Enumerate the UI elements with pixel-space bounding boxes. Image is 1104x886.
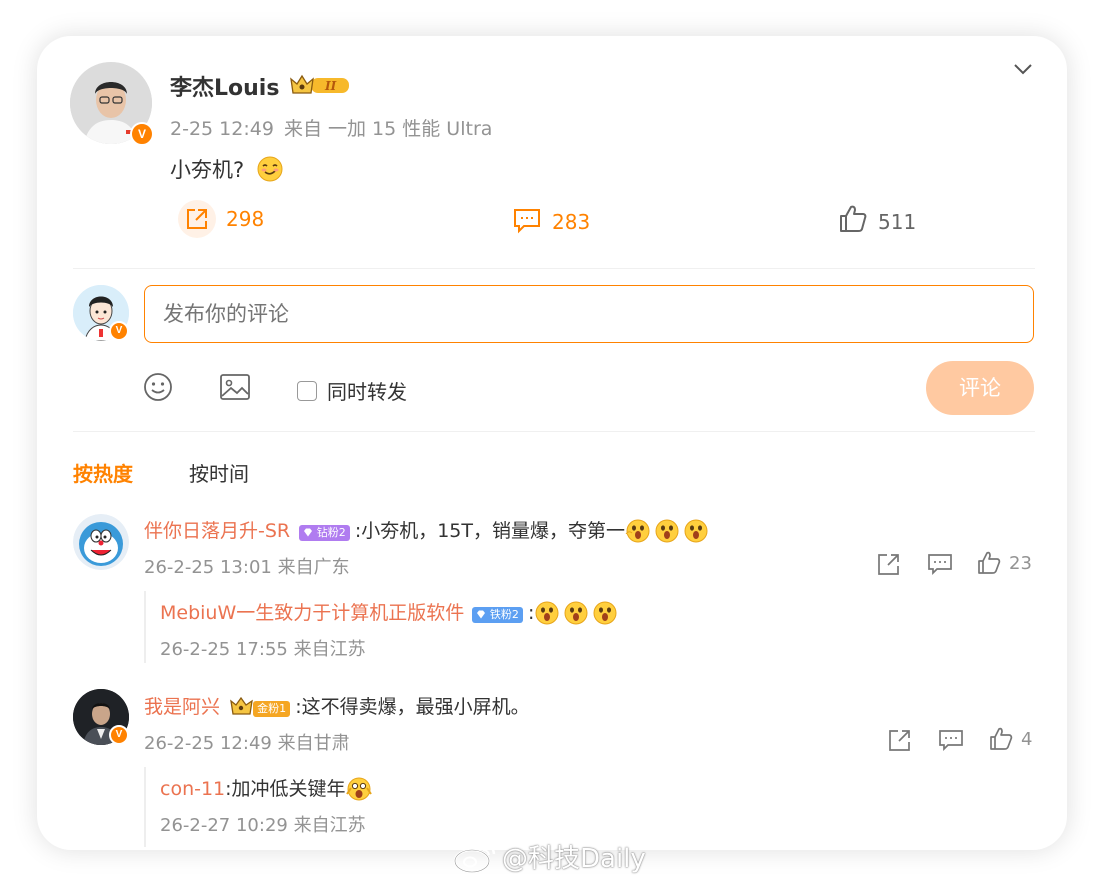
comment-text: :小夯机，15T，销量爆，夺第一 [354, 520, 625, 542]
also-repost-label: 同时转发 [327, 380, 407, 404]
watermark: @科技Daily [452, 838, 646, 875]
comment-icon [512, 200, 542, 243]
comment-share-icon[interactable] [887, 727, 913, 757]
comment-reply-icon[interactable] [938, 727, 964, 757]
doraemon-avatar-icon [73, 514, 129, 570]
submit-comment-button[interactable]: 评论 [926, 361, 1034, 415]
surprised-emoji-icon [592, 600, 618, 630]
comment-like-count: 4 [1021, 728, 1033, 750]
fan-badge[interactable]: 金粉1 [253, 700, 291, 717]
weibo-post-card: V 李杰Louis II 2-25 12:49 来自 一加 15 性能 Ultr… [37, 36, 1067, 850]
reply-divider [144, 767, 146, 847]
screaming-emoji-icon [345, 776, 372, 806]
fan-badge-label: 铁粉2 [489, 607, 519, 621]
surprised-emoji-icon [654, 518, 680, 548]
comment-username[interactable]: 我是阿兴 [144, 696, 220, 718]
emoji-picker-icon[interactable] [143, 372, 173, 406]
fan-badge-label: 钻粉2 [316, 525, 346, 539]
reply-username[interactable]: MebiuW一生致力于计算机正版软件 [160, 602, 464, 624]
svg-text:II: II [324, 79, 337, 93]
divider [73, 431, 1035, 432]
reply-line: MebiuW一生致力于计算机正版软件 铁粉2 : [160, 598, 618, 630]
like-button[interactable]: 511 [838, 200, 916, 243]
also-repost-option[interactable]: 同时转发 [297, 376, 407, 405]
tab-sort-time[interactable]: 按时间 [189, 458, 249, 487]
chevron-down-icon[interactable] [1012, 58, 1034, 84]
tab-sort-hot[interactable]: 按热度 [73, 458, 133, 487]
divider [73, 268, 1035, 269]
diamond-icon [477, 610, 486, 618]
surprised-emoji-icon [563, 600, 589, 630]
watermark-text: @科技Daily [502, 844, 646, 874]
surprised-emoji-icon [625, 518, 651, 548]
post-meta: 2-25 12:49 来自 一加 15 性能 Ultra [170, 114, 492, 141]
comment-like-count: 23 [1009, 552, 1032, 574]
comment-share-icon[interactable] [876, 551, 902, 581]
comment-button[interactable]: 283 [512, 200, 590, 243]
post-source: 来自 一加 15 性能 Ultra [283, 118, 493, 140]
reply-line: con-11:加冲低关键年 [160, 774, 372, 806]
image-upload-icon[interactable] [219, 372, 251, 406]
comment-meta[interactable]: 26-2-25 12:49 来自甘肃 [144, 729, 350, 755]
comment-count: 283 [552, 209, 591, 234]
reply-divider [144, 591, 146, 663]
reply-meta[interactable]: 26-2-25 17:55 来自江苏 [160, 635, 366, 661]
verified-badge-icon: V [109, 725, 129, 745]
repost-count: 298 [226, 207, 265, 231]
also-repost-checkbox[interactable] [297, 380, 317, 401]
fan-badge[interactable]: 铁粉2 [472, 606, 523, 623]
comment-line: 伴你日落月升-SR 钻粉2 :小夯机，15T，销量爆，夺第一 [144, 516, 709, 548]
thumbs-up-icon [838, 200, 868, 243]
comment-meta[interactable]: 26-2-25 13:01 来自广东 [144, 553, 350, 579]
comment-input[interactable] [144, 285, 1034, 343]
thumbs-up-icon [990, 727, 1013, 750]
diamond-icon [304, 528, 313, 536]
repost-button[interactable]: 298 [178, 200, 264, 238]
post-time[interactable]: 2-25 12:49 [170, 118, 274, 140]
thumbs-up-icon [978, 551, 1001, 574]
surprised-emoji-icon [683, 518, 709, 548]
like-count: 511 [878, 209, 917, 234]
smirk-emoji-icon [257, 156, 283, 187]
crown-icon [230, 696, 253, 715]
post-text: 小夯机? [170, 154, 283, 187]
comment-like-button[interactable]: 4 [989, 726, 1032, 752]
crown-level-badge-icon[interactable]: II [289, 73, 351, 101]
reply-username[interactable]: con-11 [160, 778, 225, 800]
repost-icon [178, 200, 216, 238]
author-name[interactable]: 李杰Louis [170, 70, 279, 102]
verified-badge-icon: V [109, 321, 129, 341]
weibo-logo-icon [453, 843, 496, 873]
commenter-avatar[interactable] [73, 514, 129, 570]
fan-badge[interactable]: 钻粉2 [299, 524, 350, 541]
comment-username[interactable]: 伴你日落月升-SR [144, 520, 290, 542]
post-text-content: 小夯机? [170, 158, 245, 182]
comment-text: :这不得卖爆，最强小屏机。 [295, 696, 530, 718]
surprised-emoji-icon [534, 600, 560, 630]
reply-meta[interactable]: 26-2-27 10:29 来自江苏 [160, 811, 366, 837]
comment-like-button[interactable]: 23 [977, 550, 1032, 576]
reply-text: :加冲低关键年 [225, 778, 346, 800]
verified-badge-icon: V [130, 122, 154, 146]
comment-line: 我是阿兴 金粉1 :这不得卖爆，最强小屏机。 [144, 692, 530, 719]
comment-reply-icon[interactable] [927, 551, 953, 581]
